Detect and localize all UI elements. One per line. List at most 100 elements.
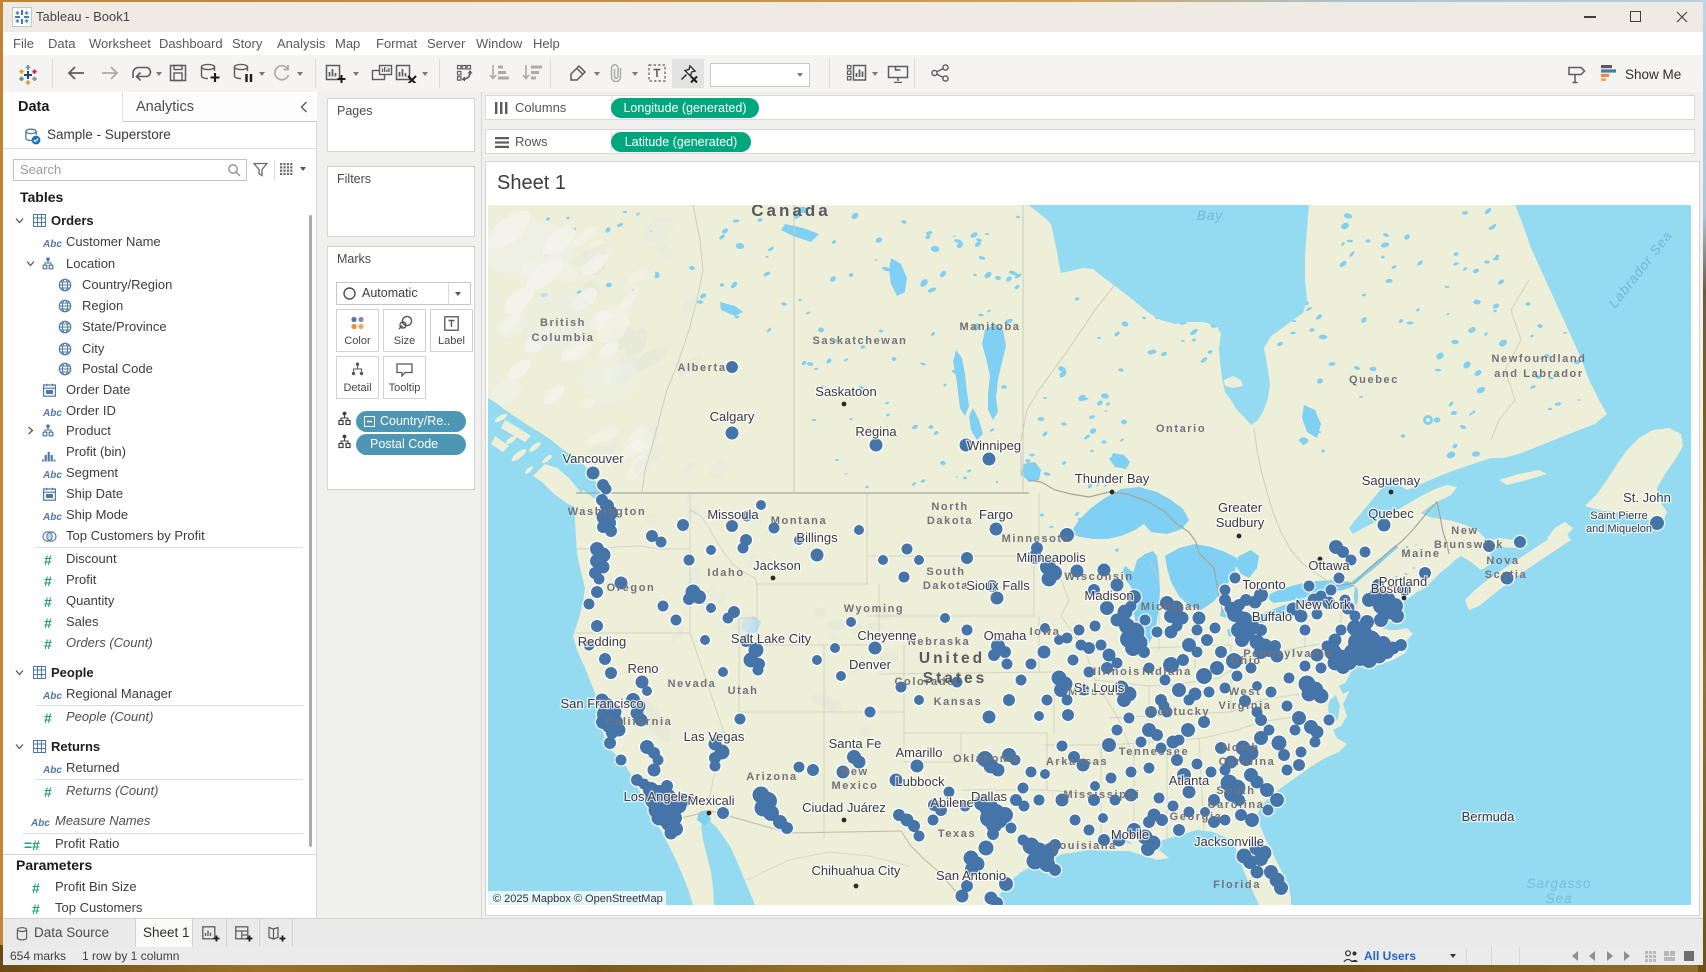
svg-text:Ciudad Juárez: Ciudad Juárez — [802, 800, 886, 815]
svg-text:North: North — [931, 501, 968, 513]
svg-text:Quebec: Quebec — [1368, 506, 1414, 521]
svg-text:Los Angeles: Los Angeles — [624, 789, 695, 804]
svg-text:Sioux Falls: Sioux Falls — [966, 578, 1030, 593]
svg-text:States: States — [923, 670, 988, 687]
svg-text:Oregon: Oregon — [607, 582, 656, 594]
svg-text:Dakota: Dakota — [923, 580, 969, 592]
svg-text:Ottawa: Ottawa — [1308, 558, 1350, 573]
svg-text:Missoula: Missoula — [707, 507, 759, 522]
svg-text:Atlanta: Atlanta — [1169, 773, 1210, 788]
svg-text:Buffalo: Buffalo — [1252, 609, 1292, 624]
svg-text:Minneapolis: Minneapolis — [1016, 550, 1086, 565]
svg-text:Mexicali: Mexicali — [688, 793, 735, 808]
svg-text:and Labrador: and Labrador — [1494, 368, 1584, 380]
svg-text:Vancouver: Vancouver — [562, 451, 624, 466]
svg-text:Saguenay: Saguenay — [1362, 473, 1421, 488]
svg-text:Lubbock: Lubbock — [895, 774, 945, 789]
svg-text:New: New — [841, 766, 868, 778]
svg-text:Minnesota: Minnesota — [1002, 533, 1071, 545]
svg-text:Pennsylvania: Pennsylvania — [1243, 648, 1333, 660]
svg-text:Quebec: Quebec — [1349, 374, 1399, 386]
svg-text:Brunswick: Brunswick — [1434, 539, 1504, 551]
svg-text:South: South — [1216, 785, 1255, 797]
svg-text:Arizona: Arizona — [746, 771, 798, 783]
svg-text:Wisconsin: Wisconsin — [1064, 571, 1133, 583]
svg-text:Georgia: Georgia — [1170, 811, 1223, 823]
svg-text:Manitoba: Manitoba — [959, 321, 1020, 333]
svg-text:Cheyenne: Cheyenne — [857, 628, 916, 643]
svg-text:Mobile: Mobile — [1111, 827, 1149, 842]
svg-text:San Francisco: San Francisco — [560, 696, 643, 711]
svg-text:Reno: Reno — [627, 661, 658, 676]
svg-text:Mexico: Mexico — [832, 780, 879, 792]
svg-text:Sea: Sea — [1545, 891, 1572, 905]
svg-text:San Antonio: San Antonio — [936, 868, 1006, 883]
svg-text:Jackson: Jackson — [753, 558, 801, 573]
svg-text:Sargasso: Sargasso — [1526, 876, 1591, 891]
svg-text:Dakota: Dakota — [927, 515, 973, 527]
svg-text:Washington: Washington — [568, 506, 647, 518]
svg-text:Carolina: Carolina — [1219, 756, 1276, 768]
svg-text:Amarillo: Amarillo — [896, 745, 943, 760]
svg-text:Madison: Madison — [1084, 588, 1133, 603]
svg-text:Canada: Canada — [751, 205, 830, 220]
svg-text:Idaho: Idaho — [707, 567, 744, 579]
svg-text:Newfoundland: Newfoundland — [1492, 353, 1587, 365]
svg-text:St. Louis: St. Louis — [1074, 680, 1125, 695]
svg-text:Greater: Greater — [1218, 500, 1263, 515]
svg-text:Toronto: Toronto — [1242, 577, 1285, 592]
svg-text:Saskatchewan: Saskatchewan — [812, 335, 907, 347]
svg-text:Omaha: Omaha — [984, 628, 1027, 643]
svg-text:California: California — [606, 716, 673, 728]
svg-text:Illinois: Illinois — [1093, 666, 1141, 678]
svg-text:Denver: Denver — [849, 657, 892, 672]
svg-text:New: New — [1451, 525, 1478, 537]
svg-text:United: United — [919, 650, 985, 667]
svg-text:St. John: St. John — [1623, 490, 1671, 505]
svg-text:Indiana: Indiana — [1142, 666, 1192, 678]
svg-text:Louisiana: Louisiana — [1051, 840, 1117, 852]
svg-text:Tennessee: Tennessee — [1119, 746, 1189, 758]
svg-text:Regina: Regina — [855, 424, 897, 439]
svg-text:Redding: Redding — [578, 634, 626, 649]
svg-text:Alberta: Alberta — [677, 362, 726, 374]
svg-text:Saint Pierre: Saint Pierre — [1590, 510, 1647, 522]
svg-text:Texas: Texas — [938, 828, 976, 840]
svg-text:Utah: Utah — [728, 685, 759, 697]
svg-text:West: West — [1229, 686, 1261, 698]
svg-text:South: South — [926, 566, 965, 578]
svg-text:Portland: Portland — [1379, 574, 1427, 589]
svg-text:Carolina: Carolina — [1208, 799, 1265, 811]
svg-text:Mississippi: Mississippi — [1064, 789, 1141, 801]
svg-text:Nevada: Nevada — [668, 678, 717, 690]
svg-text:Saskatoon: Saskatoon — [815, 384, 876, 399]
svg-text:Fargo: Fargo — [979, 507, 1013, 522]
svg-text:Chihuahua City: Chihuahua City — [812, 863, 901, 878]
svg-text:Florida: Florida — [1213, 879, 1261, 891]
svg-text:Scotia: Scotia — [1485, 569, 1528, 581]
svg-text:Abilene: Abilene — [930, 795, 973, 810]
svg-text:Calgary: Calgary — [710, 409, 755, 424]
svg-text:Arkansas: Arkansas — [1046, 756, 1108, 768]
svg-text:British: British — [540, 317, 586, 329]
svg-text:Bermuda: Bermuda — [1462, 809, 1516, 824]
svg-text:North: North — [1222, 742, 1259, 754]
svg-text:Kentucky: Kentucky — [1148, 706, 1210, 718]
svg-text:© 2025 Mapbox © OpenStreetMap: © 2025 Mapbox © OpenStreetMap — [493, 893, 663, 905]
svg-text:Bay: Bay — [1197, 208, 1224, 223]
svg-text:Nebraska: Nebraska — [908, 636, 970, 648]
svg-text:Wyoming: Wyoming — [844, 603, 905, 615]
svg-text:Michigan: Michigan — [1141, 601, 1201, 613]
svg-text:Winnipeg: Winnipeg — [967, 438, 1021, 453]
svg-text:Santa Fe: Santa Fe — [829, 736, 882, 751]
svg-text:Nova: Nova — [1486, 555, 1519, 567]
svg-text:Billings: Billings — [796, 530, 838, 545]
svg-text:New York: New York — [1296, 597, 1351, 612]
svg-text:Columbia: Columbia — [532, 332, 595, 344]
svg-text:Dallas: Dallas — [971, 789, 1008, 804]
svg-text:Oklahoma: Oklahoma — [953, 753, 1019, 765]
svg-text:Iowa: Iowa — [1030, 626, 1061, 638]
svg-text:Maine: Maine — [1401, 548, 1440, 560]
svg-text:Las Vegas: Las Vegas — [684, 729, 745, 744]
svg-text:Montana: Montana — [771, 515, 827, 527]
